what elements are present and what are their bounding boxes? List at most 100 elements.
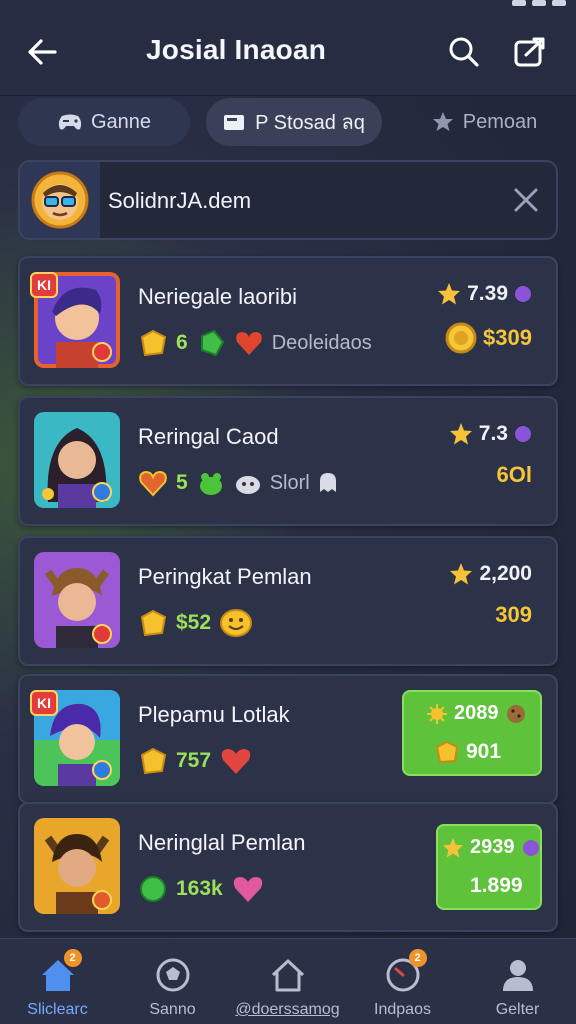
player-name: Neriegale laoribi — [138, 284, 297, 309]
nav-item-sanno[interactable]: Sanno — [115, 939, 230, 1024]
purple-gem-icon — [515, 286, 531, 302]
player-portrait — [34, 412, 120, 508]
player-stats: 757 — [138, 744, 253, 778]
nav-item-indpaos[interactable]: 2 Indpaos — [345, 939, 460, 1024]
heart-icon — [233, 877, 262, 902]
gold-gem-icon — [140, 609, 167, 637]
ghost-icon — [319, 473, 336, 492]
player-coins: $309 — [445, 322, 532, 354]
player-coins: 309 — [495, 602, 532, 628]
nav-item-home[interactable]: 2 Sliclearc — [0, 939, 115, 1024]
search-input[interactable]: SolidnrJA.dem — [108, 188, 251, 214]
player-stat-value: 5 — [176, 471, 188, 494]
player-portrait — [34, 552, 120, 648]
reward-highlight: 2939 1.899 — [436, 824, 542, 910]
top-bar: Josial Inaoan — [0, 0, 576, 96]
badge-icon — [432, 112, 453, 131]
player-stats: 5 Slorl — [138, 466, 338, 500]
player-stat-text: Slorl — [269, 471, 310, 494]
gold-gem-icon — [140, 747, 167, 775]
avatar-icon — [31, 171, 89, 229]
share-button[interactable] — [508, 32, 552, 72]
nav-item-doerssamog[interactable]: @doerssamog — [230, 939, 345, 1024]
share-icon — [514, 37, 545, 67]
nav-item-gelter[interactable]: Gelter — [460, 939, 575, 1024]
player-stat-value: 6 — [176, 331, 188, 354]
star-icon — [442, 837, 464, 858]
player-rating-value: 7.39 — [467, 282, 508, 305]
coin-icon — [445, 322, 477, 354]
smiley-icon — [220, 609, 253, 637]
tab-bar: Ganne P Stosad ลq Pemoan — [18, 98, 558, 146]
green-gem-icon — [200, 329, 224, 357]
search-icon — [449, 37, 479, 67]
player-rating: 7.3 — [449, 422, 532, 446]
player-stats: 163k — [138, 872, 265, 906]
card-icon — [224, 115, 245, 130]
player-portrait-image — [34, 412, 120, 508]
tab-game[interactable]: Ganne — [18, 98, 190, 146]
player-coins-value: 309 — [495, 602, 532, 627]
player-coins-value: $309 — [483, 325, 532, 350]
player-card[interactable]: Reringal Caod 5 Slorl 7.3 6Ol — [18, 396, 558, 526]
reward-bottom-value: 901 — [466, 740, 502, 763]
purple-gem-icon — [522, 839, 539, 856]
player-card[interactable]: KI Neriegale laoribi 6 Deoleidaos 7.39 $… — [18, 256, 558, 386]
reward-highlight: 2089 901 — [402, 690, 542, 776]
gold-gem-icon — [140, 329, 167, 357]
green-gem-icon — [140, 876, 166, 902]
player-name: Neringlal Pemlan — [138, 830, 306, 855]
tab-game-label: Ganne — [90, 110, 152, 133]
heart-icon — [235, 332, 262, 355]
player-rating: 2,200 — [449, 562, 532, 586]
frog-icon — [199, 473, 222, 495]
player-name: Reringal Caod — [138, 424, 279, 449]
arrow-left-icon — [28, 39, 57, 65]
player-name: Plepamu Lotlak — [138, 702, 290, 727]
house-icon — [271, 959, 304, 992]
notification-badge: 2 — [408, 949, 427, 967]
notification-badge: 2 — [63, 949, 82, 967]
tab-pemoan[interactable]: Pemoan — [410, 98, 558, 146]
cookie-icon — [506, 704, 525, 723]
tab-pemoan-label: Pemoan — [462, 110, 538, 133]
nav-item-label: Gelter — [495, 1001, 540, 1018]
back-button[interactable] — [22, 32, 62, 72]
star-icon — [450, 563, 473, 585]
gold-gem-icon — [435, 740, 459, 764]
star-icon — [438, 283, 461, 305]
nav-item-label: Sanno — [149, 1001, 196, 1018]
player-tag-badge: KI — [30, 690, 58, 716]
reward-top-value: 2939 — [470, 836, 515, 858]
reward-bottom: 901 — [434, 740, 501, 764]
purple-gem-icon — [515, 426, 531, 442]
reward-bottom: 1.899 — [470, 874, 523, 898]
player-rating-value: 7.3 — [478, 422, 508, 445]
search-button[interactable] — [444, 32, 484, 72]
player-rating-value: 2,200 — [479, 562, 532, 585]
gamepad-icon — [58, 114, 82, 130]
player-stat-value: 757 — [176, 749, 212, 772]
sun-icon — [427, 703, 447, 724]
reward-top: 2939 — [442, 836, 541, 859]
player-name: Peringkat Pemlan — [138, 564, 312, 589]
reward-bottom-value: 1.899 — [470, 874, 523, 897]
player-coins-value: 6Ol — [496, 462, 532, 487]
player-stats: $52 — [138, 606, 253, 640]
nav-item-label: Indpaos — [374, 1001, 431, 1018]
player-stat-value: 163k — [176, 877, 223, 900]
ball-icon — [156, 958, 189, 992]
tab-stats-label: P Stosad ลq — [255, 112, 365, 134]
tab-stats[interactable]: P Stosad ลq — [206, 98, 382, 146]
player-card[interactable]: Peringkat Pemlan $52 2,200 309 — [18, 536, 558, 666]
clear-search-button[interactable] — [508, 182, 544, 218]
player-card[interactable]: KI Plepamu Lotlak 757 2089 901 — [18, 674, 558, 804]
player-stat-text: Deoleidaos — [271, 331, 372, 354]
heart-icon — [221, 749, 251, 774]
player-card[interactable]: Neringlal Pemlan 163k 2939 1.899 — [18, 802, 558, 932]
person-icon — [502, 960, 533, 991]
player-portrait-image — [34, 818, 120, 914]
bottom-nav: 2 Sliclearc Sanno @doerssamog 2 Indpaos … — [0, 938, 576, 1024]
player-coins: 6Ol — [497, 462, 532, 488]
player-search-field[interactable]: SolidnrJA.dem — [18, 160, 558, 240]
